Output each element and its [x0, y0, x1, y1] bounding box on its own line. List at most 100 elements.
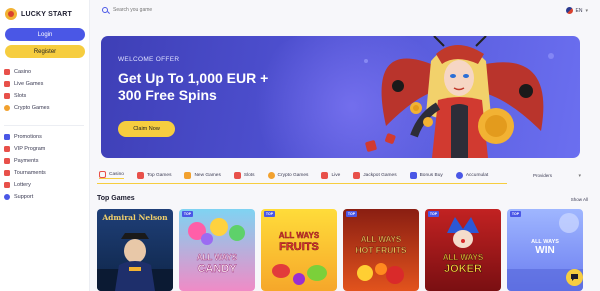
category-accumulator[interactable]: Accumulat	[455, 171, 489, 179]
flag-icon	[565, 7, 573, 14]
tournaments-icon	[4, 170, 10, 176]
search-icon[interactable]	[102, 7, 108, 13]
sidebar-item-slots[interactable]: Slots	[4, 90, 86, 102]
live-icon	[321, 171, 329, 179]
language-selector[interactable]: EN ▾	[565, 7, 588, 14]
category-label: Crypto Games	[277, 172, 309, 178]
sidebar-item-vip-program[interactable]: VIP Program	[4, 143, 86, 155]
game-title-line1: ALL WAYS	[278, 231, 320, 240]
payments-icon	[4, 158, 10, 164]
chat-button[interactable]	[566, 269, 583, 286]
chat-icon	[571, 274, 578, 281]
logo[interactable]: LUCKY START	[5, 8, 72, 20]
game-title-line2: WIN	[535, 245, 555, 256]
sidebar-secondary-nav: Promotions VIP Program Payments Tourname…	[4, 131, 86, 203]
jackpot-icon	[353, 171, 361, 179]
sidebar-item-lottery[interactable]: Lottery	[4, 179, 86, 191]
game-title: Admiral Nelson	[102, 213, 168, 222]
category-new-games[interactable]: New Games	[184, 171, 221, 179]
category-label: Bonus Buy	[419, 172, 443, 178]
sidebar-item-label: Live Games	[14, 81, 44, 87]
crypto-icon	[4, 105, 10, 111]
section-title: Top Games	[97, 195, 135, 202]
logo-text: LUCKY START	[21, 10, 72, 18]
game-title-line2: CANDY	[197, 263, 237, 276]
sidebar-item-label: Payments	[14, 158, 39, 164]
slots-icon	[4, 93, 10, 99]
banner-headline: Get Up To 1,000 EUR + 300 Free Spins	[118, 70, 348, 104]
chevron-down-icon: ▾	[578, 172, 581, 179]
top-badge: TOP	[264, 211, 275, 217]
game-title-line1: ALL WAYS	[196, 253, 238, 262]
sidebar-item-label: Casino	[14, 69, 32, 75]
top-games-icon	[136, 171, 144, 179]
sidebar-item-label: Lottery	[14, 182, 31, 188]
search-box[interactable]	[102, 7, 313, 13]
accumulator-icon	[455, 171, 463, 179]
category-live[interactable]: Live	[321, 171, 341, 179]
banner-eyebrow: WELCOME OFFER	[118, 56, 180, 63]
category-crypto-games[interactable]: Crypto Games	[267, 171, 309, 179]
welcome-banner[interactable]: WELCOME OFFER Get Up To 1,000 EUR + 300 …	[101, 36, 580, 158]
category-bonus-buy[interactable]: Bonus Buy	[409, 171, 443, 179]
sidebar-item-payments[interactable]: Payments	[4, 155, 86, 167]
sidebar-item-label: Promotions	[14, 134, 42, 140]
search-input[interactable]	[113, 7, 313, 13]
game-art	[447, 217, 479, 248]
game-card-all-ways-hot-fruits[interactable]: TOP ALL WAYS HOT FRUITS	[343, 209, 419, 291]
category-label: Casino	[109, 172, 124, 177]
game-card-all-ways-joker[interactable]: TOP ALL WAYS JOKER	[425, 209, 501, 291]
hero-illustration	[364, 36, 554, 158]
chevron-down-icon: ▾	[585, 7, 588, 14]
top-badge: TOP	[182, 211, 193, 217]
game-art	[188, 218, 245, 245]
game-card-all-ways-candy[interactable]: TOP ALL WAYS CANDY	[179, 209, 255, 291]
category-label: Top Games	[146, 172, 172, 178]
category-label: Accumulat	[465, 172, 489, 178]
category-bar: Casino Top Games New Games Slots Crypto …	[91, 167, 581, 183]
category-label: New Games	[194, 172, 221, 178]
sidebar-item-label: Tournaments	[14, 170, 46, 176]
game-title-line2: HOT FRUITS	[355, 245, 407, 255]
crypto-icon	[267, 171, 275, 179]
sidebar-item-casino[interactable]: Casino	[4, 66, 86, 78]
language-code: EN	[575, 7, 583, 14]
live-icon	[4, 81, 10, 87]
category-slots[interactable]: Slots	[233, 171, 255, 179]
show-all-link[interactable]: Show All	[571, 197, 588, 202]
sidebar-main-nav: Casino Live Games Slots Crypto Games	[4, 66, 86, 114]
top-badge: TOP	[428, 211, 439, 217]
sidebar-item-tournaments[interactable]: Tournaments	[4, 167, 86, 179]
banner-headline-line2: 300 Free Spins	[118, 87, 217, 103]
sidebar-item-label: Slots	[14, 93, 27, 99]
category-underline	[97, 183, 507, 184]
sidebar-item-label: VIP Program	[14, 146, 46, 152]
category-top-games[interactable]: Top Games	[136, 171, 172, 179]
login-button[interactable]: Login	[5, 28, 85, 41]
game-card-all-ways-fruits[interactable]: TOP ALL WAYS FRUITS	[261, 209, 337, 291]
providers-dropdown[interactable]: Providers ▾	[533, 170, 581, 181]
top-badge: TOP	[510, 211, 521, 217]
category-jackpot-games[interactable]: Jackpot Games	[353, 171, 397, 179]
support-icon	[4, 194, 10, 200]
category-label: Slots	[243, 172, 255, 178]
category-label: Jackpot Games	[363, 172, 397, 178]
sidebar-item-support[interactable]: Support	[4, 191, 86, 203]
banner-headline-line1: Get Up To 1,000 EUR +	[118, 70, 269, 86]
game-card-admiral-nelson[interactable]: Admiral Nelson	[97, 209, 173, 291]
game-title-line2: FRUITS	[279, 241, 319, 254]
category-label: Live	[331, 172, 341, 178]
game-title-line1: ALL WAYS	[360, 235, 402, 244]
sidebar-item-crypto-games[interactable]: Crypto Games	[4, 102, 86, 114]
game-title-line2: JOKER	[444, 263, 482, 276]
lottery-icon	[4, 182, 10, 188]
register-button[interactable]: Register	[5, 45, 85, 58]
slots-icon	[233, 171, 241, 179]
sidebar-item-live-games[interactable]: Live Games	[4, 78, 86, 90]
promotions-icon	[4, 134, 10, 140]
category-casino[interactable]: Casino	[99, 171, 124, 179]
vip-icon	[4, 146, 10, 152]
sidebar-item-promotions[interactable]: Promotions	[4, 131, 86, 143]
claim-now-button[interactable]: Claim Now	[118, 121, 175, 137]
new-games-icon	[184, 171, 192, 179]
